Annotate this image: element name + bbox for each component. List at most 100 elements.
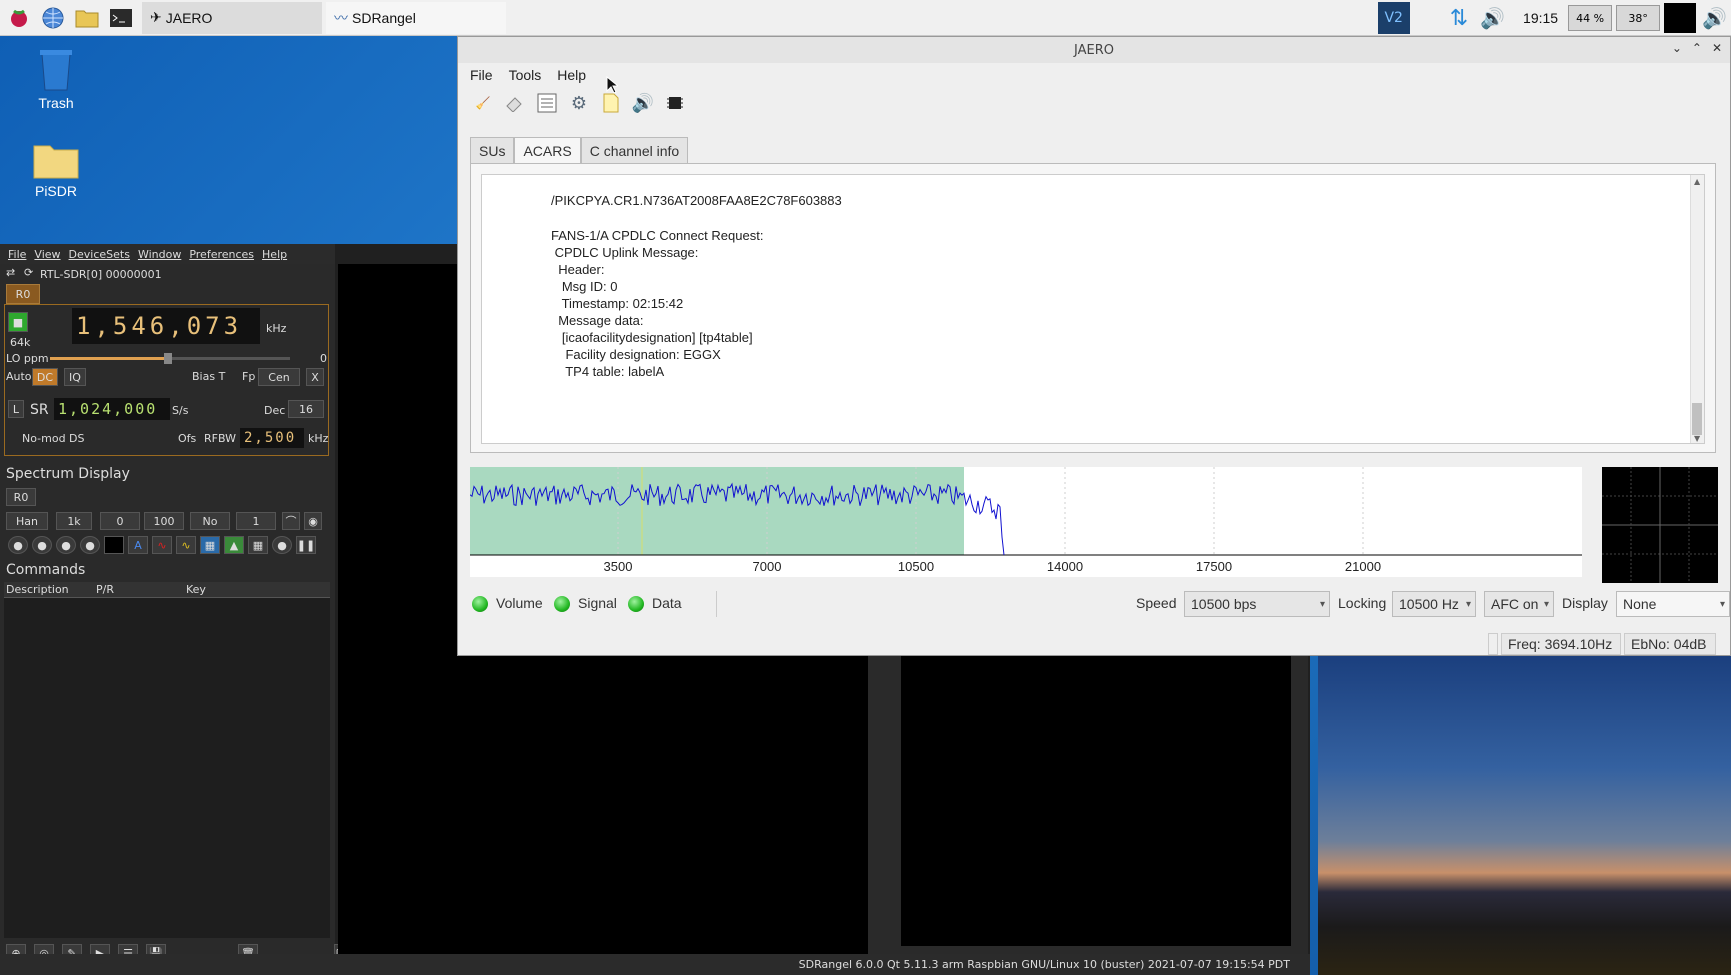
sdr-menu-preferences[interactable]: Preferences	[189, 248, 254, 261]
l-button[interactable]: L	[8, 400, 24, 418]
lo-ppm-slider[interactable]	[50, 353, 290, 364]
iq-button[interactable]: IQ	[64, 368, 86, 386]
jaero-titlebar[interactable]: JAERO ⌄ ⌃ ✕	[458, 37, 1730, 63]
task-jaero[interactable]: ✈ JAERO	[142, 1, 322, 34]
browser-icon[interactable]	[38, 3, 68, 33]
menu-help[interactable]: Help	[557, 67, 586, 83]
raspberry-menu-icon[interactable]	[4, 3, 34, 33]
desktop-icon-pisdr[interactable]: PiSDR	[16, 140, 96, 199]
sdr-menu-file[interactable]: File	[8, 248, 26, 261]
message-line: Message data:	[551, 313, 644, 328]
tab-c-channel-info[interactable]: C channel info	[580, 137, 689, 163]
knob-4-icon[interactable]: ●	[80, 536, 100, 554]
minimize-icon[interactable]: ⌄	[1672, 41, 1682, 55]
curve-icon[interactable]: ⌒	[282, 512, 300, 530]
vnc-icon[interactable]: V2	[1377, 2, 1410, 34]
scroll-thumb[interactable]	[1692, 403, 1702, 435]
lo-ppm-handle[interactable]	[164, 353, 172, 364]
message-scrollbar[interactable]: ▲ ▼	[1690, 175, 1704, 443]
eraser-icon[interactable]	[504, 92, 526, 114]
letter-a-icon[interactable]: A	[128, 536, 148, 554]
black-square-icon[interactable]	[104, 536, 124, 554]
speaker-toolbar-icon[interactable]: 🔊	[632, 92, 654, 114]
window-select[interactable]: Han	[6, 512, 48, 530]
start-stop-button[interactable]: ■	[8, 312, 28, 332]
chip-icon[interactable]	[664, 92, 686, 114]
terminal-icon[interactable]	[106, 3, 136, 33]
close-icon[interactable]: ✕	[1712, 41, 1722, 55]
col-key[interactable]: Key	[186, 583, 206, 596]
spectrum-band	[470, 467, 964, 555]
rfbw-display[interactable]: 2,500	[240, 428, 304, 448]
sdr-menu-window[interactable]: Window	[138, 248, 181, 261]
rfbw-unit: kHz	[308, 432, 329, 445]
commands-table-body	[4, 598, 330, 938]
cpu-monitor[interactable]: 44 %	[1568, 5, 1613, 31]
speed-select[interactable]: 10500 bps	[1184, 591, 1330, 617]
menu-file[interactable]: File	[470, 67, 493, 83]
ref-level-spin[interactable]: 0	[100, 512, 140, 530]
frequency-display[interactable]: 1,546,073	[72, 308, 260, 344]
temp-monitor[interactable]: 38°	[1616, 5, 1661, 31]
tab-sus[interactable]: SUs	[470, 137, 515, 163]
scroll-up-icon[interactable]: ▲	[1694, 177, 1700, 186]
range-spin[interactable]: 100	[144, 512, 184, 530]
knob-1-icon[interactable]: ●	[8, 536, 28, 554]
fp-label: Fp	[242, 370, 256, 383]
swap-icon[interactable]: ⇄	[6, 266, 15, 279]
refresh-icon[interactable]: ⟳	[24, 266, 33, 279]
dec-select[interactable]: 16	[288, 400, 324, 418]
scroll-down-icon[interactable]: ▼	[1694, 434, 1700, 443]
tab-r0-spectrum[interactable]: R0	[6, 488, 36, 506]
speaker-icon[interactable]: 🔊	[1702, 6, 1727, 30]
grid-icon[interactable]: ▦	[248, 536, 268, 554]
sdr-menu-view[interactable]: View	[34, 248, 60, 261]
knob-5-icon[interactable]: ●	[272, 536, 292, 554]
document-icon[interactable]	[600, 92, 622, 114]
fft-size-select[interactable]: 1k	[56, 512, 92, 530]
pause-icon[interactable]: ❚❚	[296, 536, 316, 554]
rate-select[interactable]: 1	[236, 512, 276, 530]
jaero-tabs: SUs ACARS C channel info	[470, 137, 689, 163]
3d-icon[interactable]: ▲	[224, 536, 244, 554]
knob-3-icon[interactable]: ●	[56, 536, 76, 554]
clock[interactable]: 19:15	[1523, 10, 1558, 26]
jaero-spectrum[interactable]: 3500 7000 10500 14000 17500 21000	[469, 467, 1582, 577]
locking-select[interactable]: 10500 Hz	[1392, 591, 1476, 617]
afc-select[interactable]: AFC on	[1484, 591, 1554, 617]
wireless-icon[interactable]: ◉	[304, 512, 322, 530]
file-manager-icon[interactable]	[72, 3, 102, 33]
average-select[interactable]: No	[190, 512, 230, 530]
task-sdrangel[interactable]: 〰 SDRangel	[326, 1, 506, 34]
sdr-menu-devicesets[interactable]: DeviceSets	[69, 248, 130, 261]
network-icon[interactable]: ⇅	[1450, 6, 1468, 31]
sample-rate-display[interactable]: 1,024,000	[54, 398, 170, 420]
x-button[interactable]: X	[306, 368, 324, 386]
dc-button[interactable]: DC	[32, 368, 58, 386]
binary-data-icon[interactable]	[536, 92, 558, 114]
display-select[interactable]: None	[1616, 591, 1730, 617]
desktop-icon-trash[interactable]: Trash	[16, 48, 96, 111]
message-line: FANS-1/A CPDLC Connect Request:	[551, 228, 764, 243]
signal-led	[554, 596, 570, 612]
settings-gear-icon[interactable]: ⚙	[568, 92, 590, 114]
tab-acars[interactable]: ACARS	[514, 137, 581, 163]
broom-icon[interactable]: 🧹	[472, 92, 494, 114]
maximize-icon[interactable]: ⌃	[1692, 41, 1702, 55]
col-description[interactable]: Description	[6, 583, 69, 596]
tab-r0-device[interactable]: R0	[6, 284, 40, 304]
knob-2-icon[interactable]: ●	[32, 536, 52, 554]
display-indicator	[1664, 3, 1697, 33]
sdr-menu-help[interactable]: Help	[262, 248, 287, 261]
spectrum-trace-icon[interactable]: ∿	[176, 536, 196, 554]
red-trace-icon[interactable]: ∿	[152, 536, 172, 554]
col-pr[interactable]: P/R	[96, 583, 114, 596]
volume-label: Volume	[496, 595, 543, 611]
acars-message-view[interactable]: /PIKCPYA.CR1.N736AT2008FAA8E2C78F603883 …	[481, 174, 1705, 444]
menu-tools[interactable]: Tools	[509, 67, 542, 83]
waterfall-icon[interactable]: ▦	[200, 536, 220, 554]
fp-select[interactable]: Cen	[258, 368, 300, 386]
volume-icon[interactable]: 🔊	[1480, 6, 1505, 30]
pisdr-label: PiSDR	[34, 183, 77, 199]
freq-unit: kHz	[266, 322, 287, 335]
